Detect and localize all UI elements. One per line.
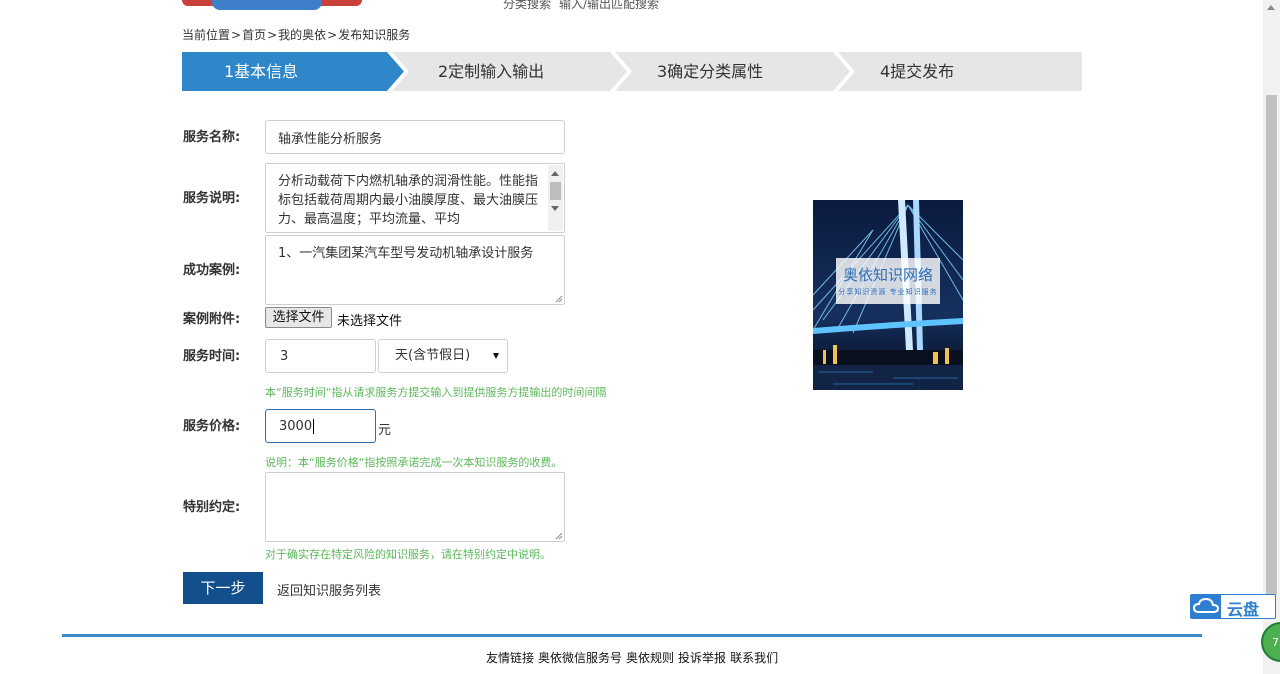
service-time-unit-value: 天(含节假日) [395, 348, 471, 363]
promo-image[interactable]: 奥依知识网络 分享知识资源 专业知识服务 [813, 200, 963, 390]
scroll-thumb[interactable] [550, 182, 561, 200]
service-name-input[interactable]: 轴承性能分析服务 [265, 120, 565, 154]
service-time-hint: 本“服务时间“指从请求服务方提交输入到提供服务方提输出的时间间隔 [265, 386, 607, 399]
promo-title: 奥依知识网络 [842, 266, 933, 284]
step-basic-info: 1基本信息 [224, 62, 299, 81]
breadcrumb-prefix: 当前位置 [182, 28, 231, 42]
step-category: 3确定分类属性 [657, 62, 764, 81]
breadcrumb-my-aoyi-link[interactable]: 我的奥依 [278, 28, 326, 42]
back-to-list-link[interactable]: 返回知识服务列表 [277, 580, 381, 599]
breadcrumb: 当前位置>首页>我的奥依>发布知识服务 [182, 28, 411, 42]
cloud-icon [1191, 595, 1221, 618]
choose-file-button[interactable]: 选择文件 [265, 307, 332, 328]
service-price-input[interactable]: 3000 [265, 409, 376, 443]
breadcrumb-current: 发布知识服务 [338, 28, 411, 42]
special-terms-textarea[interactable] [265, 472, 565, 542]
top-search-links: 分类搜索 输入/输出匹配搜索 [503, 0, 667, 12]
service-time-value: 3 [280, 348, 289, 364]
footer-link-complaint[interactable]: 投诉举报 [678, 651, 726, 665]
success-case-value: 1、一汽集团某汽车型号发动机轴承设计服务 [278, 246, 534, 261]
promo-slogan: 分享知识资源 专业知识服务 [838, 288, 938, 296]
scroll-up-icon[interactable] [551, 171, 559, 176]
price-unit: 元 [378, 423, 392, 438]
scroll-up-icon[interactable] [1267, 5, 1275, 10]
resize-handle-icon[interactable] [555, 532, 563, 540]
success-case-label: 成功案例: [183, 263, 241, 278]
service-time-unit-select[interactable]: 天(含节假日) [378, 339, 508, 373]
text-caret [313, 418, 315, 434]
io-match-search-link[interactable]: 输入/输出匹配搜索 [559, 0, 659, 11]
service-name-value: 轴承性能分析服务 [278, 131, 383, 147]
service-time-input[interactable]: 3 [265, 339, 376, 373]
service-price-value: 3000 [279, 418, 313, 434]
service-desc-label: 服务说明: [183, 191, 241, 206]
footer-link-rules[interactable]: 奥依规则 [626, 651, 674, 665]
service-desc-scrollbar[interactable] [548, 165, 563, 231]
footer-link-friends[interactable]: 友情链接 [486, 651, 534, 665]
special-terms-label: 特别约定: [183, 500, 241, 515]
service-price-hint: 说明：本“服务价格“指按照承诺完成一次本知识服务的收费。 [265, 456, 563, 469]
step-submit: 4提交发布 [880, 62, 955, 81]
cloud-drive-label: 云盘 [1227, 600, 1260, 619]
attachment-label: 案例附件: [183, 312, 241, 327]
special-terms-hint: 对于确实存在特定风险的知识服务，请在特别约定中说明。 [265, 548, 551, 561]
step-progress: 1基本信息 2定制输入输出 3确定分类属性 4提交发布 [182, 52, 1082, 91]
step-custom-io: 2定制输入输出 [438, 62, 545, 81]
service-name-label: 服务名称: [183, 130, 241, 145]
category-search-link[interactable]: 分类搜索 [503, 0, 551, 11]
footer-link-wechat[interactable]: 奥依微信服务号 [538, 651, 622, 665]
service-desc-textarea[interactable]: 分析动载荷下内燃机轴承的润滑性能。性能指标包括载荷周期内最小油膜厚度、最大油膜压… [265, 163, 565, 233]
site-logo[interactable] [182, 0, 362, 14]
success-case-textarea[interactable]: 1、一汽集团某汽车型号发动机轴承设计服务 [265, 235, 565, 305]
dropdown-caret-icon [493, 353, 499, 359]
page-scrollbar[interactable] [1263, 0, 1280, 674]
scroll-down-icon[interactable] [551, 206, 559, 211]
file-status-text: 未选择文件 [337, 314, 403, 329]
service-desc-value: 分析动载荷下内燃机轴承的润滑性能。性能指标包括载荷周期内最小油膜厚度、最大油膜压… [278, 174, 539, 227]
footer-links: 友情链接 奥依微信服务号 奥依规则 投诉举报 联系我们 [486, 649, 782, 666]
service-price-label: 服务价格: [183, 419, 241, 434]
promo-title-box: 奥依知识网络 分享知识资源 专业知识服务 [836, 258, 940, 304]
page-scroll-thumb[interactable] [1266, 95, 1277, 595]
footer-divider [62, 634, 1202, 637]
footer-link-contact[interactable]: 联系我们 [730, 651, 778, 665]
service-time-label: 服务时间: [183, 349, 241, 364]
breadcrumb-home-link[interactable]: 首页 [242, 28, 266, 42]
next-step-button[interactable]: 下一步 [183, 572, 263, 604]
resize-handle-icon[interactable] [555, 295, 563, 303]
cloud-drive-widget[interactable]: 云盘 [1190, 594, 1276, 619]
